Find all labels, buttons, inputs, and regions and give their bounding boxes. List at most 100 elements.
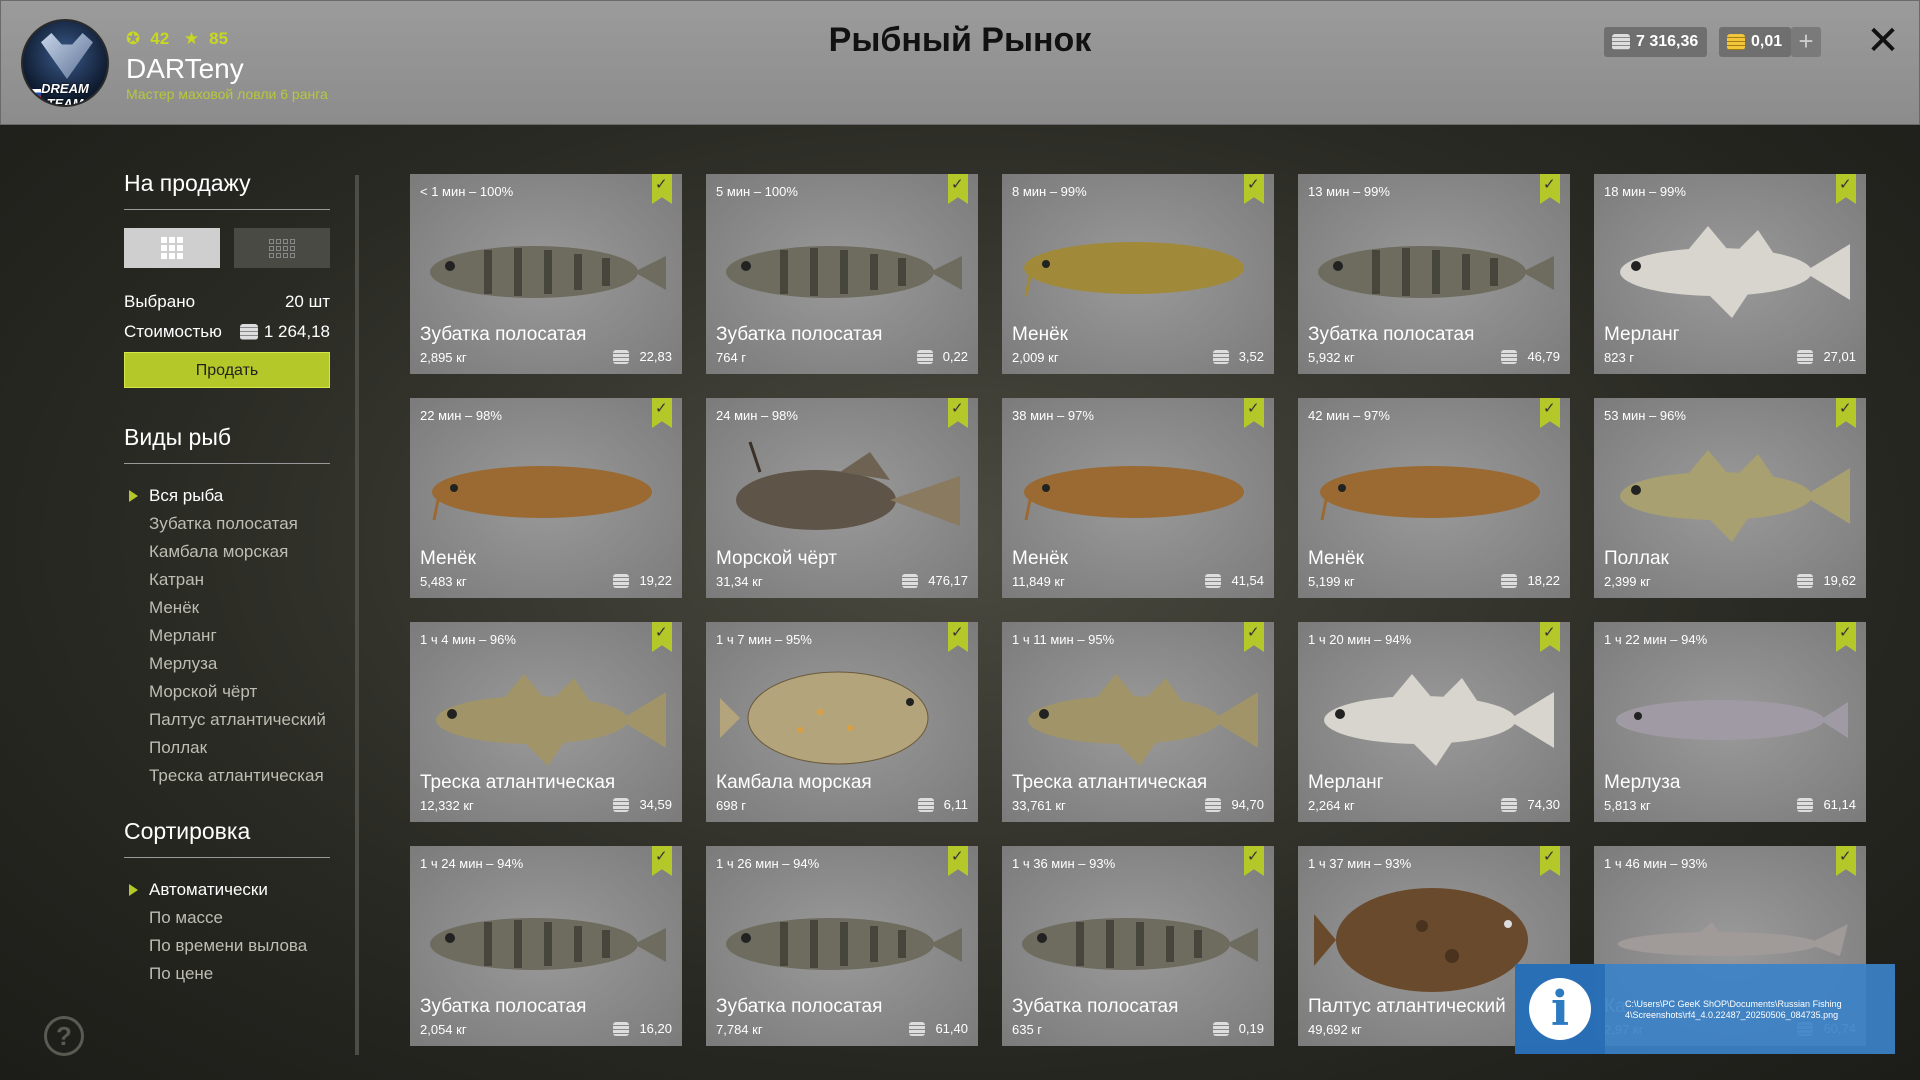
selected-check-icon[interactable] [1244, 846, 1264, 876]
selected-check-icon[interactable] [948, 846, 968, 876]
fish-name: Зубатка полосатая [716, 324, 883, 345]
add-currency-button[interactable]: + [1791, 27, 1821, 57]
selected-check-icon[interactable] [652, 846, 672, 876]
fish-card[interactable]: 13 мин – 99% Зубатка полосатая 5,932 кг … [1298, 174, 1570, 374]
selected-check-icon[interactable] [1836, 398, 1856, 428]
selected-check-icon[interactable] [1836, 622, 1856, 652]
selected-check-icon[interactable] [948, 622, 968, 652]
sort-option-item[interactable]: По времени вылова [124, 932, 330, 960]
silver-value: 7 316,36 [1636, 33, 1699, 50]
species-filter-item[interactable]: Катран [124, 566, 330, 594]
selected-check-icon[interactable] [1540, 622, 1560, 652]
avatar[interactable]: DREAM TEAM [21, 19, 109, 107]
selected-check-icon[interactable] [1244, 622, 1264, 652]
fish-card[interactable]: 8 мин – 99% Менёк 2,009 кг 3,52 [1002, 174, 1274, 374]
sort-option-item[interactable]: По цене [124, 960, 330, 988]
star-icon: ★ [183, 29, 200, 48]
silver-coin-icon [239, 324, 258, 340]
species-filter-item[interactable]: Менёк [124, 594, 330, 622]
screenshot-notification[interactable]: i C:\Users\PC GeeK ShOP\Documents\Russia… [1515, 964, 1895, 1054]
species-filter-item[interactable]: Вся рыба [124, 482, 330, 510]
fish-name: Треска атлантическая [420, 772, 616, 793]
silver-coin-icon [916, 349, 933, 364]
fish-weight: 11,849 кг [1012, 574, 1065, 589]
fish-price: 22,83 [613, 349, 672, 364]
selected-check-icon[interactable] [1244, 174, 1264, 204]
fish-price: 27,01 [1797, 349, 1856, 364]
fish-weight: 2,054 кг [420, 1022, 467, 1037]
username: DARTeny [126, 53, 244, 84]
large-grid-view-button[interactable] [124, 228, 220, 268]
sort-option-item[interactable]: По массе [124, 904, 330, 932]
catch-time: 1 ч 4 мин – 96% [420, 632, 516, 647]
species-filter-item[interactable]: Камбала морская [124, 538, 330, 566]
fish-price-value: 22,83 [639, 349, 672, 364]
selected-check-icon[interactable] [1244, 398, 1264, 428]
fish-card[interactable]: 1 ч 26 мин – 94% Зубатка полосатая 7,784… [706, 846, 978, 1046]
fish-card[interactable]: 1 ч 36 мин – 93% Зубатка полосатая 635 г… [1002, 846, 1274, 1046]
selected-check-icon[interactable] [1836, 846, 1856, 876]
fish-card[interactable]: 42 мин – 97% Менёк 5,199 кг 18,22 [1298, 398, 1570, 598]
silver-coin-icon [1205, 797, 1222, 812]
fish-card[interactable]: 1 ч 11 мин – 95% Треска атлантическая 33… [1002, 622, 1274, 822]
fish-card[interactable]: 5 мин – 100% Зубатка полосатая 764 г 0,2… [706, 174, 978, 374]
silver-coin-icon [1797, 797, 1814, 812]
silver-coin-icon [1501, 797, 1518, 812]
sell-button[interactable]: Продать [124, 352, 330, 388]
selected-check-icon[interactable] [652, 398, 672, 428]
selected-check-icon[interactable] [948, 174, 968, 204]
fish-price: 18,22 [1501, 573, 1560, 588]
selected-check-icon[interactable] [948, 398, 968, 428]
close-button[interactable]: ✕ [1863, 21, 1903, 61]
catch-time: 1 ч 26 мин – 94% [716, 856, 820, 871]
fish-card[interactable]: 24 мин – 98% Морской чёрт 31,34 кг 476,1… [706, 398, 978, 598]
fish-price: 94,70 [1205, 797, 1264, 812]
catch-time: 38 мин – 97% [1012, 408, 1094, 423]
fish-name: Зубатка полосатая [716, 996, 883, 1017]
fish-card[interactable]: 18 мин – 99% Мерланг 823 г 27,01 [1594, 174, 1866, 374]
fish-image [1608, 214, 1852, 324]
selected-check-icon[interactable] [1836, 174, 1856, 204]
fish-image [720, 886, 964, 996]
catch-time: 5 мин – 100% [716, 184, 798, 199]
small-grid-icon [269, 238, 295, 258]
species-title: Виды рыб [124, 424, 330, 464]
selected-check-icon[interactable] [652, 622, 672, 652]
fish-card[interactable]: 1 ч 22 мин – 94% Мерлуза 5,813 кг 61,14 [1594, 622, 1866, 822]
species-filter-item[interactable]: Зубатка полосатая [124, 510, 330, 538]
cost-label: Стоимостью [124, 322, 222, 341]
selected-check-icon[interactable] [1540, 174, 1560, 204]
help-icon[interactable]: ? [44, 1016, 84, 1056]
fish-image [1016, 662, 1260, 772]
sort-options-list: Автоматически По массе По времени вылова По… [124, 876, 330, 988]
selected-check-icon[interactable] [1540, 846, 1560, 876]
fish-card[interactable]: 1 ч 4 мин – 96% Треска атлантическая 12,… [410, 622, 682, 822]
species-filter-item[interactable]: Мерланг [124, 622, 330, 650]
fish-price-value: 0,22 [942, 349, 968, 364]
fish-name: Мерлуза [1604, 772, 1681, 793]
fish-card[interactable]: 22 мин – 98% Менёк 5,483 кг 19,22 [410, 398, 682, 598]
species-filter-item[interactable]: Поллак [124, 734, 330, 762]
species-filter-item[interactable]: Морской чёрт [124, 678, 330, 706]
fish-price: 3,52 [1212, 349, 1264, 364]
species-filter-item[interactable]: Треска атлантическая [124, 762, 330, 790]
species-filter-item[interactable]: Мерлуза [124, 650, 330, 678]
silver-balance: 7 316,36 [1604, 27, 1708, 57]
catch-time: 18 мин – 99% [1604, 184, 1686, 199]
fish-card[interactable]: 1 ч 7 мин – 95% Камбала морская 698 г 6,… [706, 622, 978, 822]
silver-coin-icon [1501, 573, 1518, 588]
sort-option-item[interactable]: Автоматически [124, 876, 330, 904]
species-filter-item[interactable]: Палтус атлантический [124, 706, 330, 734]
fish-card[interactable]: 1 ч 20 мин – 94% Мерланг 2,264 кг 74,30 [1298, 622, 1570, 822]
catch-time: 53 мин – 96% [1604, 408, 1686, 423]
fish-card[interactable]: < 1 мин – 100% Зубатка полосатая 2,895 к… [410, 174, 682, 374]
fish-price-value: 18,22 [1527, 573, 1560, 588]
fish-image [1608, 438, 1852, 548]
fish-card[interactable]: 53 мин – 96% Поллак 2,399 кг 19,62 [1594, 398, 1866, 598]
fish-card[interactable]: 38 мин – 97% Менёк 11,849 кг 41,54 [1002, 398, 1274, 598]
selected-check-icon[interactable] [1540, 398, 1560, 428]
player-stats: ✪ 42 ★ 85 [126, 29, 238, 49]
selected-check-icon[interactable] [652, 174, 672, 204]
fish-card[interactable]: 1 ч 24 мин – 94% Зубатка полосатая 2,054… [410, 846, 682, 1046]
small-grid-view-button[interactable] [234, 228, 330, 268]
